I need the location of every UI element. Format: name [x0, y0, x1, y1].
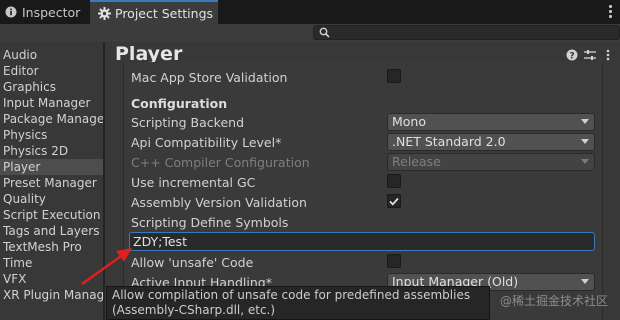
scripting-define-symbols-input[interactable]: ZDY;Test	[129, 232, 595, 251]
api-compatibility-level-dropdown[interactable]: .NET Standard 2.0	[387, 133, 595, 151]
incremental-gc-checkbox[interactable]	[387, 174, 401, 188]
cpp-compiler-configuration-value: Release	[392, 154, 441, 169]
tab-inspector[interactable]: Inspector	[0, 0, 88, 24]
mac-app-store-validation-checkbox[interactable]	[387, 69, 401, 83]
header-icons: ?	[566, 49, 614, 61]
checkmark-icon	[389, 197, 399, 206]
sidebar-item-preset-manager[interactable]: Preset Manager	[0, 175, 103, 191]
sliders-icon[interactable]	[584, 49, 596, 61]
sidebar-item-editor[interactable]: Editor	[0, 63, 103, 79]
cpp-compiler-configuration-label: C++ Compiler Configuration	[131, 155, 310, 170]
tooltip: Allow compilation of unsafe code for pre…	[106, 286, 490, 320]
svg-text:?: ?	[569, 51, 574, 61]
api-compatibility-level-label: Api Compatibility Level*	[131, 135, 282, 150]
watermark: @稀土掘金技术社区	[499, 294, 608, 308]
assembly-version-validation-checkbox[interactable]	[387, 194, 401, 208]
kebab-menu-icon[interactable]	[602, 49, 614, 61]
configuration-heading: Configuration	[131, 96, 228, 111]
scripting-backend-value: Mono	[392, 114, 427, 129]
help-icon[interactable]: ?	[566, 49, 578, 61]
sidebar-item-script-execution-order[interactable]: Script Execution Order	[0, 207, 103, 223]
sidebar-item-physics[interactable]: Physics	[0, 127, 103, 143]
mac-app-store-validation-label: Mac App Store Validation	[131, 70, 288, 85]
sidebar-item-audio[interactable]: Audio	[0, 47, 103, 63]
scripting-define-symbols-label: Scripting Define Symbols	[131, 215, 289, 230]
chevron-down-icon	[581, 119, 589, 124]
sidebar-item-input-manager[interactable]: Input Manager	[0, 95, 103, 111]
chevron-down-icon	[581, 279, 589, 284]
sidebar-item-player[interactable]: Player	[0, 159, 103, 175]
cpp-compiler-configuration-dropdown: Release	[387, 153, 595, 171]
info-icon	[4, 5, 18, 19]
allow-unsafe-code-checkbox[interactable]	[387, 254, 401, 268]
tab-inspector-label: Inspector	[22, 4, 81, 20]
annotation-arrow-icon	[81, 248, 132, 286]
player-settings-panel: Player ? Mac App Store Validation Config…	[105, 42, 620, 320]
chevron-down-icon	[581, 159, 589, 164]
scripting-backend-label: Scripting Backend	[131, 115, 245, 130]
search-icon	[319, 27, 330, 38]
chevron-down-icon	[581, 139, 589, 144]
incremental-gc-label: Use incremental GC	[131, 175, 256, 190]
search-row	[0, 24, 620, 42]
sidebar-item-package-manager[interactable]: Package Manager	[0, 111, 103, 127]
sidebar-item-tags-and-layers[interactable]: Tags and Layers	[0, 223, 103, 239]
allow-unsafe-code-label: Allow 'unsafe' Code	[131, 255, 254, 270]
api-compatibility-level-value: .NET Standard 2.0	[392, 134, 506, 149]
gear-icon	[97, 6, 111, 20]
tab-project-settings[interactable]: Project Settings	[90, 0, 218, 24]
scripting-backend-dropdown[interactable]: Mono	[387, 113, 595, 131]
tab-project-settings-label: Project Settings	[115, 5, 214, 21]
window-tab-bar: Inspector Project Settings	[0, 0, 620, 24]
sidebar-item-graphics[interactable]: Graphics	[0, 79, 103, 95]
sidebar-item-physics-2d[interactable]: Physics 2D	[0, 143, 103, 159]
assembly-version-validation-label: Assembly Version Validation	[131, 195, 307, 210]
kebab-menu-icon[interactable]	[604, 3, 616, 19]
sidebar-item-quality[interactable]: Quality	[0, 191, 103, 207]
search-input[interactable]	[313, 25, 620, 40]
